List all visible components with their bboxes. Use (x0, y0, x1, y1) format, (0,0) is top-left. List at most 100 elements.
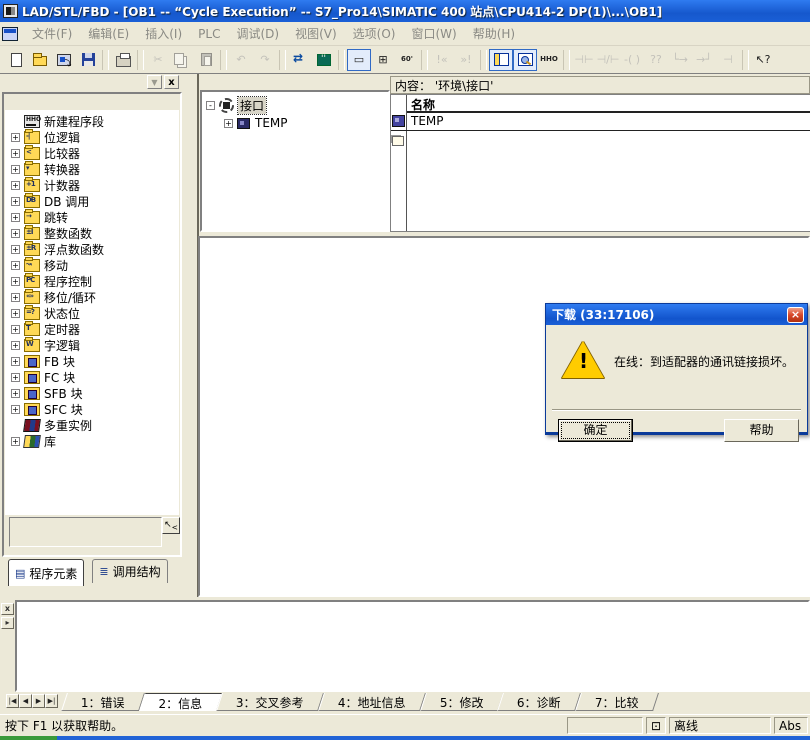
table-row[interactable] (391, 133, 810, 151)
menu-help[interactable]: 帮助(H) (465, 22, 523, 45)
catalog-item-fb-blocks[interactable]: + FB 块 (5, 353, 179, 369)
context-help-button[interactable]: ↖? (751, 49, 775, 71)
nc-contact-button[interactable]: ⊣/⊢ (596, 49, 620, 71)
expand-icon[interactable]: + (11, 309, 20, 318)
resize-arrow-button[interactable]: ↖< (162, 517, 180, 534)
close-catalog-button[interactable]: x (164, 75, 179, 89)
tab-compare[interactable]: 7：比较 (575, 693, 658, 711)
tab-info[interactable]: 2：信息 (139, 693, 222, 711)
cut-button[interactable]: ✂ (146, 49, 170, 71)
tab-address-info[interactable]: 4：地址信息 (318, 693, 425, 711)
new-button[interactable] (4, 49, 28, 71)
expand-icon[interactable]: + (11, 405, 20, 414)
catalog-item-db-call[interactable]: + DB DB 调用 (5, 193, 179, 209)
tab-errors[interactable]: 1：错误 (61, 693, 144, 711)
undo-button[interactable]: ↶ (229, 49, 253, 71)
dialog-title-bar[interactable]: 下载 (33:17106) × (546, 304, 807, 325)
tab-nav-next[interactable]: ▶ (32, 694, 45, 708)
tab-modify[interactable]: 5：修改 (420, 693, 503, 711)
no-contact-button[interactable]: ⊣⊢ (572, 49, 596, 71)
collapse-icon[interactable]: - (206, 101, 215, 110)
expand-icon[interactable]: + (11, 277, 20, 286)
message-content-area[interactable] (15, 600, 810, 692)
expand-icon[interactable]: + (11, 133, 20, 142)
tab-program-elements[interactable]: ▤ 程序元素 (8, 559, 84, 586)
child-window-icon[interactable] (2, 27, 18, 41)
expand-icon[interactable]: + (11, 437, 20, 446)
download-button[interactable] (288, 49, 312, 71)
catalog-item-converter[interactable]: + ▾ 转换器 (5, 161, 179, 177)
catalog-item-integer-functions[interactable]: + ±I 整数函数 (5, 225, 179, 241)
catalog-item-comparator[interactable]: + < 比较器 (5, 145, 179, 161)
next-error-button[interactable]: »! (454, 49, 478, 71)
expand-icon[interactable]: + (11, 245, 20, 254)
chevron-down-icon[interactable]: ▼ (147, 75, 162, 89)
expand-icon[interactable]: + (11, 325, 20, 334)
selection-toggle-button[interactable]: ▭ (347, 49, 371, 71)
catalog-item-move[interactable]: + ↝ 移动 (5, 257, 179, 273)
expand-icon[interactable]: + (11, 213, 20, 222)
tab-nav-last[interactable]: ▶| (45, 694, 58, 708)
copy-button[interactable] (170, 49, 194, 71)
menu-debug[interactable]: 调试(D) (228, 22, 287, 45)
expand-icon[interactable]: + (11, 293, 20, 302)
save-button[interactable] (76, 49, 100, 71)
catalog-item-word-logic[interactable]: + W 字逻辑 (5, 337, 179, 353)
empty-box-button[interactable]: ?? (644, 49, 668, 71)
catalog-item-program-control[interactable]: + PC 程序控制 (5, 273, 179, 289)
expand-icon[interactable]: + (11, 181, 20, 190)
catalog-item-timers[interactable]: + T 定时器 (5, 321, 179, 337)
menu-edit[interactable]: 编辑(E) (80, 22, 137, 45)
catalog-item-multiple-instances[interactable]: 多重实例 (5, 417, 179, 433)
expand-icon[interactable]: + (224, 119, 233, 128)
menu-plc[interactable]: PLC (190, 24, 228, 44)
catalog-item-shift-rotate[interactable]: + «» 移位/循环 (5, 289, 179, 305)
tab-nav-prev[interactable]: ◀ (19, 694, 32, 708)
tree-item-temp[interactable]: + TEMP (202, 114, 388, 132)
catalog-item-float-functions[interactable]: + ±R 浮点数函数 (5, 241, 179, 257)
tab-nav-first[interactable]: |◀ (6, 694, 19, 708)
menu-options[interactable]: 选项(O) (345, 22, 404, 45)
catalog-item-sfc-blocks[interactable]: + SFC 块 (5, 401, 179, 417)
catalog-item-libraries[interactable]: + 库 (5, 433, 179, 449)
catalog-item-status-bits[interactable]: + =? 状态位 (5, 305, 179, 321)
expand-icon[interactable]: + (11, 341, 20, 350)
catalog-item-new-network[interactable]: 新建程序段 (5, 113, 179, 129)
symbol-info-button[interactable]: ⊞ (371, 49, 395, 71)
catalog-item-jump[interactable]: + → 跳转 (5, 209, 179, 225)
open-branch-button[interactable]: └→ (668, 49, 692, 71)
menu-insert[interactable]: 插入(I) (137, 22, 190, 45)
expand-icon[interactable]: + (11, 373, 20, 382)
glasses-button[interactable]: 60' (395, 49, 419, 71)
redo-button[interactable]: ↷ (253, 49, 277, 71)
expand-icon[interactable]: + (11, 389, 20, 398)
catalog-item-sfb-blocks[interactable]: + SFB 块 (5, 385, 179, 401)
help-button[interactable]: 帮助 (724, 419, 799, 442)
expand-icon[interactable]: + (11, 165, 20, 174)
print-button[interactable] (111, 49, 135, 71)
close-branch-button[interactable]: →┘ (692, 49, 716, 71)
expand-icon[interactable]: + (11, 229, 20, 238)
menu-view[interactable]: 视图(V) (287, 22, 345, 45)
program-elements-toggle-button[interactable] (489, 49, 513, 71)
expand-icon[interactable]: + (11, 149, 20, 158)
name-column-header[interactable]: 名称 (407, 95, 810, 113)
catalog-item-fc-blocks[interactable]: + FC 块 (5, 369, 179, 385)
arrow-icon[interactable]: ▸ (1, 617, 14, 629)
tab-call-structure[interactable]: ≣ 调用结构 (92, 559, 167, 583)
connector-button[interactable]: ⊣ (716, 49, 740, 71)
paste-button[interactable] (194, 49, 218, 71)
expand-icon[interactable]: + (11, 261, 20, 270)
ok-button[interactable]: 确定 (558, 419, 633, 442)
title-bar[interactable]: LAD/STL/FBD - [OB1 -- “Cycle Execution” … (0, 0, 810, 22)
tab-cross-reference[interactable]: 3：交叉参考 (216, 693, 323, 711)
close-icon[interactable]: x (1, 603, 14, 615)
coil-button[interactable]: -( ) (620, 49, 644, 71)
menu-file[interactable]: 文件(F) (24, 22, 80, 45)
overview-toggle-button[interactable] (513, 49, 537, 71)
catalog-item-counter[interactable]: + +1 计数器 (5, 177, 179, 193)
new-network-button[interactable]: HHO (537, 49, 561, 71)
tab-diagnostics[interactable]: 6：诊断 (497, 693, 580, 711)
accessible-nodes-button[interactable] (52, 49, 76, 71)
expand-icon[interactable]: + (11, 197, 20, 206)
